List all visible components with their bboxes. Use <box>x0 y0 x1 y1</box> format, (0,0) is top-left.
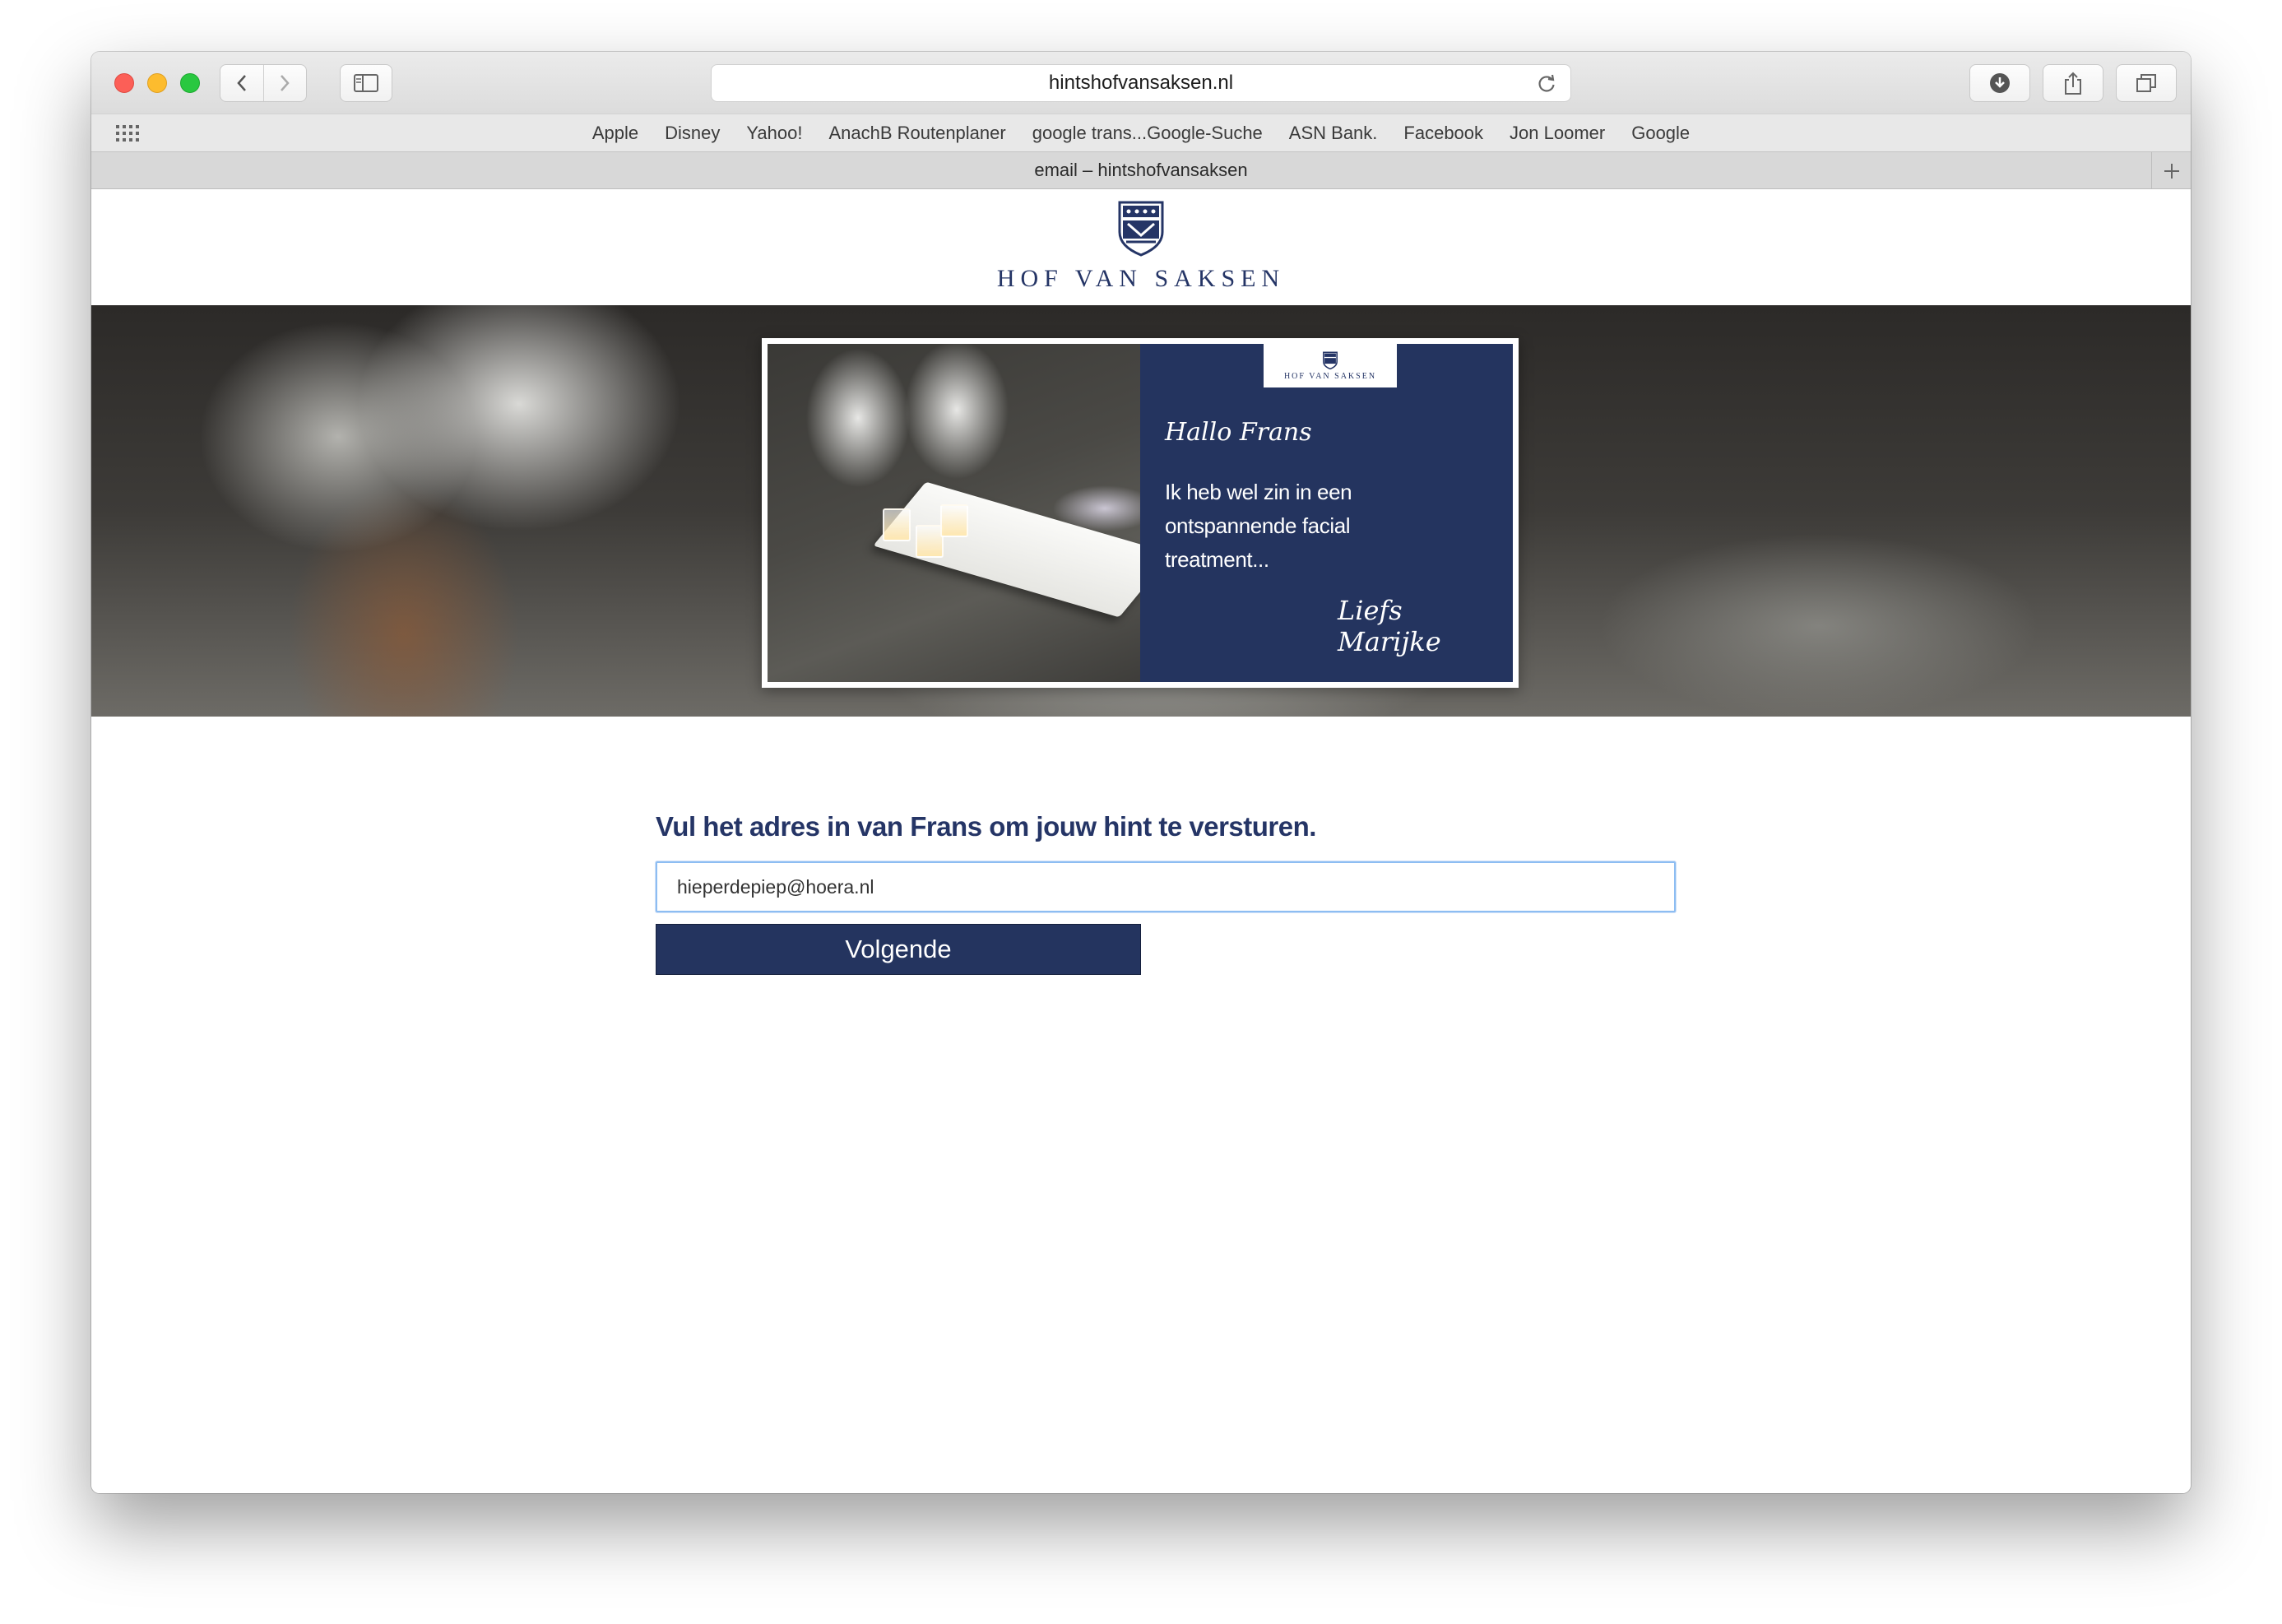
chevron-left-icon <box>237 75 246 91</box>
navigation-buttons <box>220 64 307 102</box>
tab-overview-button[interactable] <box>2116 64 2177 102</box>
bookmark-jon-loomer[interactable]: Jon Loomer <box>1510 123 1605 144</box>
active-tab-title[interactable]: email – hintshofvansaksen <box>1034 160 1247 181</box>
new-tab-button[interactable] <box>2151 152 2191 189</box>
card-logo: HOF VAN SAKSEN <box>1264 344 1397 387</box>
minimize-window-button[interactable] <box>147 73 167 93</box>
card-message-panel: HOF VAN SAKSEN Hallo Frans Ik heb wel zi… <box>1140 344 1513 682</box>
top-sites-grid-icon[interactable] <box>116 123 141 143</box>
web-page: HOF VAN SAKSEN HOF VAN SAKSEN Hallo Fran… <box>91 189 2191 1493</box>
bookmarks-bar: Apple Disney Yahoo! AnachB Routenplaner … <box>91 114 2191 151</box>
bookmark-anachb[interactable]: AnachB Routenplaner <box>828 123 1005 144</box>
bookmark-facebook[interactable]: Facebook <box>1403 123 1483 144</box>
sidebar-icon <box>354 74 378 92</box>
tabs-overview-icon <box>2136 74 2156 92</box>
forward-button[interactable] <box>262 65 306 101</box>
sidebar-toggle-button[interactable] <box>340 64 392 102</box>
card-crest-icon <box>1323 350 1338 369</box>
download-icon <box>1990 73 2010 93</box>
spa-photo <box>768 344 1140 682</box>
bookmark-disney[interactable]: Disney <box>665 123 720 144</box>
site-brand-name: HOF VAN SAKSEN <box>996 265 1286 292</box>
tab-bar: email – hintshofvansaksen <box>91 151 2191 189</box>
back-button[interactable] <box>220 65 263 101</box>
plus-icon <box>2164 163 2179 179</box>
form-heading: Vul het adres in van Frans om jouw hint … <box>656 811 1316 842</box>
chevron-right-icon <box>281 75 290 91</box>
browser-toolbar: hintshofvansaksen.nl <box>91 52 2191 114</box>
hint-card: HOF VAN SAKSEN Hallo Frans Ik heb wel zi… <box>762 338 1519 688</box>
card-signature: Liefs Marijke <box>1338 595 1441 657</box>
share-button[interactable] <box>2043 64 2103 102</box>
bookmark-google[interactable]: Google <box>1631 123 1690 144</box>
next-button[interactable]: Volgende <box>656 924 1141 975</box>
share-icon <box>2065 72 2081 95</box>
bookmark-apple[interactable]: Apple <box>592 123 638 144</box>
card-brand-name: HOF VAN SAKSEN <box>1283 371 1377 381</box>
close-window-button[interactable] <box>114 73 134 93</box>
card-greeting: Hallo Frans <box>1165 418 1312 447</box>
email-field[interactable] <box>656 861 1676 912</box>
card-message: Ik heb wel zin in een ontspannende facia… <box>1165 480 1352 572</box>
bookmark-yahoo[interactable]: Yahoo! <box>746 123 802 144</box>
browser-window: hintshofvansaksen.nl Apple Disney Yahoo!… <box>91 52 2191 1493</box>
address-bar[interactable]: hintshofvansaksen.nl <box>711 64 1571 102</box>
bookmark-google-translate[interactable]: google trans...Google-Suche <box>1032 123 1263 144</box>
hero-banner: HOF VAN SAKSEN Hallo Frans Ik heb wel zi… <box>91 305 2191 717</box>
downloads-button[interactable] <box>1969 64 2030 102</box>
hof-van-saksen-crest-logo <box>1118 201 1164 257</box>
address-text: hintshofvansaksen.nl <box>1048 72 1234 94</box>
maximize-window-button[interactable] <box>180 73 200 93</box>
reload-icon[interactable] <box>1536 73 1557 95</box>
bookmark-asn-bank[interactable]: ASN Bank. <box>1289 123 1378 144</box>
